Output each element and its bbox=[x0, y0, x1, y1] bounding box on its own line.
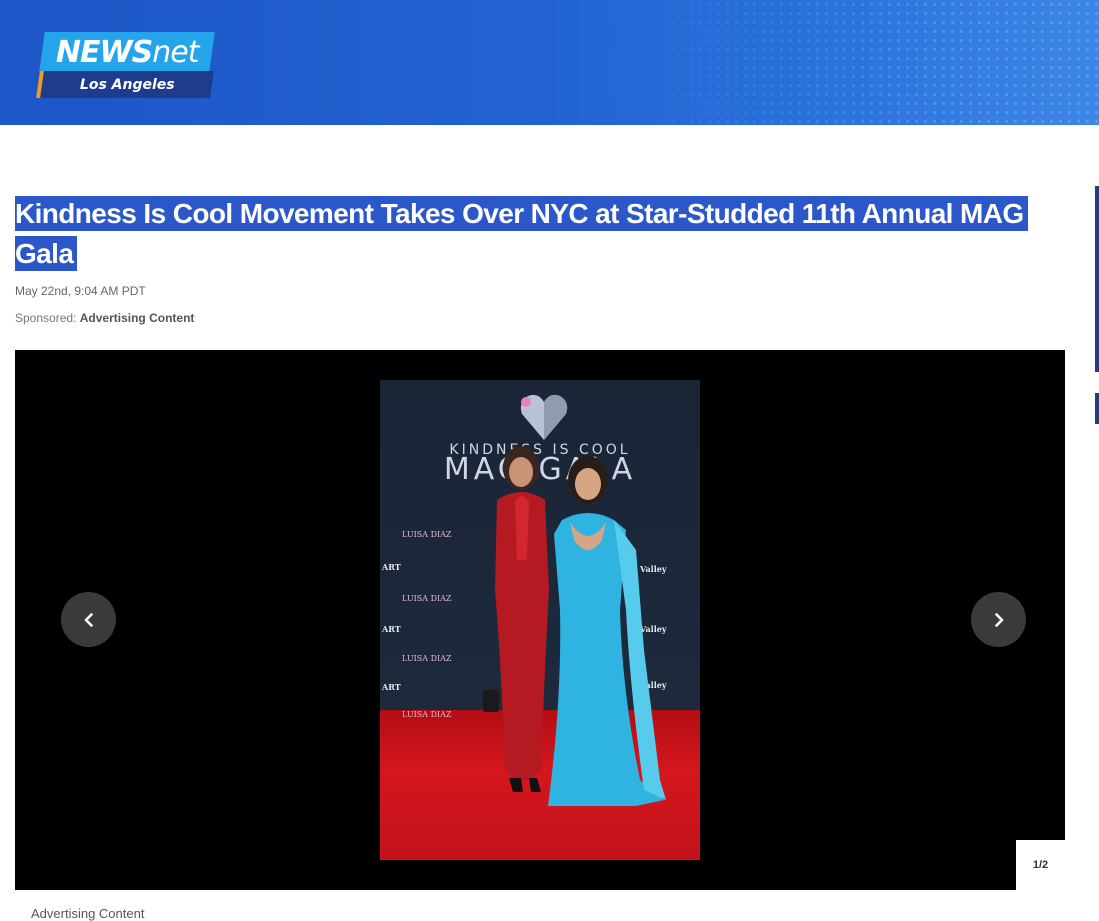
backdrop-logo: LUISA DIAZ bbox=[402, 530, 452, 539]
gallery-next-button[interactable] bbox=[971, 592, 1026, 647]
chevron-left-icon bbox=[84, 612, 93, 627]
gallery-counter: 1/2 bbox=[1016, 840, 1065, 890]
logo-top-suffix: net bbox=[152, 34, 199, 70]
newsnet-logo[interactable]: NEWSnet Los Angeles bbox=[36, 32, 215, 98]
header-pattern bbox=[579, 0, 1099, 125]
sidebar-accent bbox=[1095, 186, 1099, 372]
heart-logo-icon bbox=[520, 394, 568, 440]
site-header: NEWSnet Los Angeles bbox=[0, 0, 1099, 125]
image-gallery[interactable]: KINDNESS IS COOL MAG GALA LUISA DIAZ ART… bbox=[15, 350, 1065, 890]
logo-top-text: NEWS bbox=[55, 34, 153, 70]
logo-bottom: Los Angeles bbox=[36, 71, 214, 98]
sponsored-value: Advertising Content bbox=[79, 311, 195, 325]
sponsored-label: Sponsored: bbox=[15, 311, 77, 325]
sidebar-accent-small bbox=[1095, 393, 1099, 424]
gallery-prev-button[interactable] bbox=[61, 592, 116, 647]
article-title-text: Kindness Is Cool Movement Takes Over NYC… bbox=[15, 196, 1028, 271]
logo-top: NEWSnet bbox=[39, 32, 215, 72]
chevron-right-icon bbox=[994, 612, 1003, 627]
person-blue-gown bbox=[548, 456, 666, 806]
article-date: May 22nd, 9:04 AM PDT bbox=[15, 284, 146, 298]
gallery-photo: KINDNESS IS COOL MAG GALA LUISA DIAZ ART… bbox=[380, 380, 700, 860]
sponsored-line: Sponsored: Advertising Content bbox=[15, 311, 194, 325]
photo-caption: Advertising Content bbox=[31, 906, 145, 921]
logo-city: Los Angeles bbox=[79, 76, 175, 93]
article-title: Kindness Is Cool Movement Takes Over NYC… bbox=[15, 194, 1045, 274]
